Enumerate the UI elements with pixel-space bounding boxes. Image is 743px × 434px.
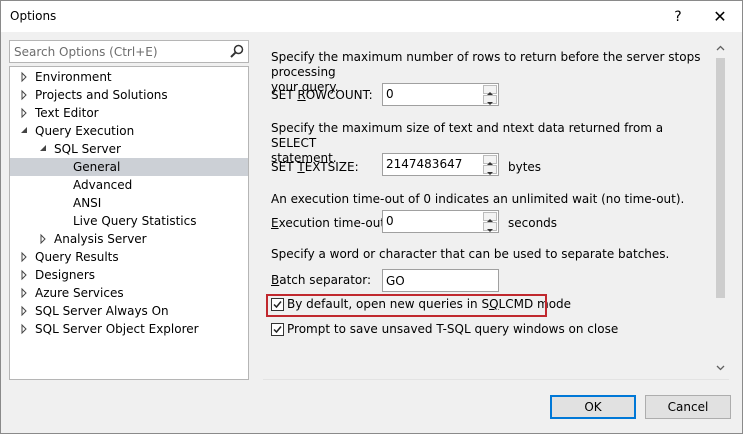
tree-item-label: Query Results: [35, 250, 119, 264]
tree-item-label: Text Editor: [35, 106, 99, 120]
tree-item-label: Analysis Server: [54, 232, 147, 246]
search-input[interactable]: Search Options (Ctrl+E): [9, 40, 249, 63]
collapsed-arrow-icon[interactable]: [19, 71, 29, 83]
general-settings-panel: Specify the maximum number of rows to re…: [263, 40, 710, 376]
tree-item[interactable]: SQL Server: [10, 140, 248, 158]
textsize-label: SET TEXTSIZE:: [271, 160, 359, 174]
rowcount-value[interactable]: 0: [386, 87, 394, 101]
timeout-label: Execution time-out:: [271, 216, 390, 230]
timeout-stepper[interactable]: 0: [382, 210, 499, 233]
tree-item[interactable]: Text Editor: [10, 104, 248, 122]
timeout-unit: seconds: [508, 216, 558, 230]
tree-item-label: Projects and Solutions: [35, 88, 168, 102]
prompt-save-checkbox-row[interactable]: Prompt to save unsaved T-SQL query windo…: [271, 321, 618, 339]
expanded-arrow-icon[interactable]: [38, 143, 48, 155]
tree-item-label: SQL Server Always On: [35, 304, 169, 318]
options-dialog: Options ? ✕ Search Options (Ctrl+E) Envi…: [0, 0, 743, 434]
spin-up-button[interactable]: [483, 85, 497, 95]
collapsed-arrow-icon[interactable]: [19, 89, 29, 101]
tree-item-label: Live Query Statistics: [73, 214, 197, 228]
tree-item[interactable]: Live Query Statistics: [10, 212, 248, 230]
spin-down-button[interactable]: [483, 222, 497, 232]
scroll-down-icon[interactable]: [712, 359, 729, 376]
rowcount-stepper[interactable]: 0: [382, 83, 499, 106]
cancel-button[interactable]: Cancel: [645, 395, 731, 419]
collapsed-arrow-icon[interactable]: [38, 233, 48, 245]
tree-item-label: SQL Server Object Explorer: [35, 322, 199, 336]
collapsed-arrow-icon[interactable]: [19, 323, 29, 335]
tree-item[interactable]: General: [10, 158, 248, 176]
options-tree[interactable]: Environment Projects and Solutions Text Ed…: [9, 66, 249, 380]
tree-item[interactable]: Query Execution: [10, 122, 248, 140]
tree-item[interactable]: Query Results: [10, 248, 248, 266]
tree-item-label: ANSI: [73, 196, 102, 210]
tree-item-label: Designers: [35, 268, 95, 282]
batch-separator-input[interactable]: GO: [382, 269, 499, 292]
collapsed-arrow-icon[interactable]: [19, 287, 29, 299]
batch-description: Specify a word or character that can be …: [271, 247, 670, 261]
collapsed-arrow-icon[interactable]: [19, 305, 29, 317]
prompt-save-checkbox[interactable]: [271, 323, 284, 336]
collapsed-arrow-icon[interactable]: [19, 251, 29, 263]
highlight-box: [266, 294, 547, 317]
batch-separator-label: Batch separator:: [271, 273, 372, 287]
content-scrollbar[interactable]: [712, 40, 729, 376]
collapsed-arrow-icon[interactable]: [19, 107, 29, 119]
tree-item-label: Azure Services: [35, 286, 124, 300]
window-title: Options: [10, 9, 57, 23]
spin-down-button[interactable]: [483, 165, 497, 175]
spin-up-button[interactable]: [483, 212, 497, 222]
tree-item[interactable]: Designers: [10, 266, 248, 284]
tree-item[interactable]: SQL Server Object Explorer: [10, 320, 248, 338]
tree-item[interactable]: Azure Services: [10, 284, 248, 302]
spin-up-button[interactable]: [483, 155, 497, 165]
tree-item-label: Advanced: [73, 178, 133, 192]
timeout-value[interactable]: 0: [386, 214, 394, 228]
batch-separator-value[interactable]: GO: [386, 274, 405, 288]
textsize-stepper[interactable]: 2147483647: [382, 153, 499, 176]
tree-item[interactable]: Advanced: [10, 176, 248, 194]
textsize-unit: bytes: [508, 160, 542, 174]
spin-down-button[interactable]: [483, 95, 497, 105]
scroll-thumb[interactable]: [716, 58, 725, 298]
tree-item-label: General: [73, 160, 121, 174]
divider: [263, 379, 729, 380]
tree-item[interactable]: Projects and Solutions: [10, 86, 248, 104]
ok-button[interactable]: OK: [550, 395, 636, 419]
search-icon[interactable]: [229, 43, 245, 59]
search-placeholder: Search Options (Ctrl+E): [14, 45, 158, 59]
help-icon[interactable]: ?: [665, 6, 691, 28]
title-bar: Options ? ✕: [1, 1, 742, 32]
collapsed-arrow-icon[interactable]: [19, 269, 29, 281]
tree-item[interactable]: ANSI: [10, 194, 248, 212]
scroll-up-icon[interactable]: [712, 40, 729, 57]
rowcount-label: SET ROWCOUNT:: [271, 88, 373, 102]
tree-item-label: SQL Server: [54, 142, 121, 156]
timeout-description: An execution time-out of 0 indicates an …: [271, 192, 685, 206]
tree-item-label: Query Execution: [35, 124, 135, 138]
tree-item[interactable]: Analysis Server: [10, 230, 248, 248]
textsize-value[interactable]: 2147483647: [386, 157, 462, 171]
close-icon[interactable]: ✕: [707, 6, 733, 28]
tree-item[interactable]: Environment: [10, 68, 248, 86]
expanded-arrow-icon[interactable]: [19, 125, 29, 137]
tree-item[interactable]: SQL Server Always On: [10, 302, 248, 320]
prompt-save-label[interactable]: Prompt to save unsaved T-SQL query windo…: [287, 322, 618, 336]
tree-item-label: Environment: [35, 70, 112, 84]
